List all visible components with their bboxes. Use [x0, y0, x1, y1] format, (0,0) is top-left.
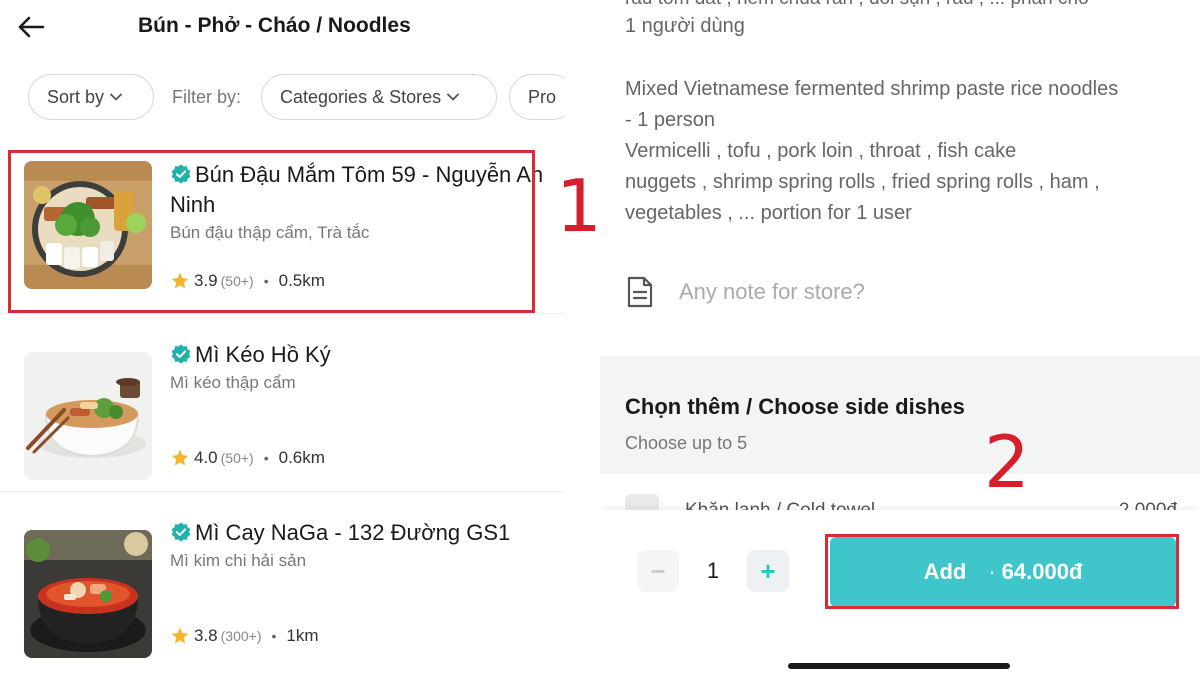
store-rating: 4.0: [194, 448, 218, 467]
sort-by-label: Sort by: [47, 86, 105, 107]
item-description-en: Mixed Vietnamese fermented shrimp paste …: [625, 74, 1185, 229]
chevron-down-icon: [110, 93, 122, 101]
store-distance: 0.5km: [278, 271, 325, 290]
store-thumbnail: [24, 352, 152, 480]
store-item[interactable]: Bún Đậu Mắm Tôm 59 - Nguyễn An Ninh Bún …: [0, 136, 565, 314]
note-for-store-input[interactable]: [679, 279, 1119, 305]
side-dishes-subtitle: Choose up to 5: [625, 433, 748, 453]
side-dishes-section: Chọn thêm / Choose side dishes Choose up…: [600, 356, 1200, 474]
annotation-step-2: 2: [984, 420, 1030, 504]
categories-stores-label: Categories & Stores: [280, 86, 442, 107]
side-dishes-title: Chọn thêm / Choose side dishes: [625, 394, 965, 419]
store-distance: 0.6km: [278, 448, 325, 467]
add-to-cart-bar: − 1 + Add · 64.000đ: [600, 510, 1200, 675]
store-list-screen: Bún - Phở - Cháo / Noodles Sort by Filte…: [0, 0, 565, 675]
annotation-step-1: 1: [556, 164, 602, 248]
meta-separator: •: [263, 273, 269, 289]
store-review-count: (50+): [220, 450, 254, 466]
verified-badge-icon: [171, 344, 191, 364]
store-rating: 3.9: [194, 271, 218, 290]
add-to-cart-button[interactable]: Add · 64.000đ: [830, 537, 1176, 607]
description-line: vegetables , ... portion for 1 user: [625, 202, 912, 224]
home-indicator: [788, 663, 1010, 669]
store-review-count: (300+): [220, 628, 262, 644]
item-description-cut-line: rau tôm đất , nem chua rán , dồi sụn , r…: [625, 0, 1089, 10]
add-separator: ·: [988, 559, 996, 584]
promo-chip[interactable]: Pro: [509, 74, 565, 120]
verified-badge-icon: [171, 522, 191, 542]
store-thumbnail: [24, 530, 152, 658]
promo-label: Pro: [528, 86, 557, 107]
store-name: Mì Cay NaGa - 132 Đường GS1: [170, 518, 545, 548]
store-item[interactable]: Mì Cay NaGa - 132 Đường GS1 Mì kim chi h…: [0, 492, 565, 670]
decrease-quantity-button[interactable]: −: [637, 550, 679, 592]
store-description: Mì kim chi hải sản: [170, 551, 307, 570]
store-thumbnail: [24, 161, 152, 289]
sort-by-chip[interactable]: Sort by: [28, 74, 154, 120]
meta-separator: •: [263, 450, 269, 466]
verified-badge-icon: [171, 164, 191, 184]
store-name: Bún Đậu Mắm Tôm 59 - Nguyễn An Ninh: [170, 162, 544, 217]
star-icon: [171, 272, 189, 289]
star-icon: [171, 449, 189, 466]
add-price: 64.000đ: [1001, 559, 1083, 584]
store-list: Bún Đậu Mắm Tôm 59 - Nguyễn An Ninh Bún …: [0, 136, 565, 670]
add-label: Add: [923, 559, 967, 584]
item-detail-screen: rau tôm đất , nem chua rán , dồi sụn , r…: [600, 0, 1200, 675]
description-line: - 1 person: [625, 109, 716, 131]
store-info: Mì Kéo Hồ Ký Mì kéo thập cẩm: [170, 340, 545, 394]
increase-quantity-button[interactable]: +: [747, 550, 789, 592]
store-info: Bún Đậu Mắm Tôm 59 - Nguyễn An Ninh Bún …: [170, 160, 545, 244]
store-description: Bún đậu thập cẩm, Trà tắc: [170, 223, 370, 242]
store-meta: 3.9 (50+) • 0.5km: [170, 271, 325, 291]
back-arrow-icon: [18, 16, 45, 38]
meta-separator: •: [271, 628, 277, 644]
store-meta: 3.8 (300+) • 1km: [170, 626, 319, 646]
store-description: Mì kéo thập cẩm: [170, 373, 296, 392]
store-meta: 4.0 (50+) • 0.6km: [170, 448, 325, 468]
item-description-vi: 1 người dùng: [625, 15, 745, 37]
quantity-value: 1: [706, 558, 720, 583]
store-distance: 1km: [286, 626, 319, 645]
store-item[interactable]: Mì Kéo Hồ Ký Mì kéo thập cẩm 4.0 (50+) •…: [0, 314, 565, 492]
store-review-count: (50+): [220, 273, 254, 289]
star-icon: [171, 627, 189, 644]
store-info: Mì Cay NaGa - 132 Đường GS1 Mì kim chi h…: [170, 518, 545, 572]
filter-bar: Sort by Filter by: Categories & Stores P…: [28, 74, 565, 120]
description-line: nuggets , shrimp spring rolls , fried sp…: [625, 171, 1100, 193]
store-rating: 3.8: [194, 626, 218, 645]
description-line: Vermicelli , tofu , pork loin , throat ,…: [625, 140, 1017, 162]
back-button[interactable]: [14, 12, 48, 42]
filter-by-label: Filter by:: [172, 86, 242, 107]
note-for-store-row[interactable]: [625, 270, 1175, 314]
categories-stores-chip[interactable]: Categories & Stores: [261, 74, 498, 120]
description-line: Mixed Vietnamese fermented shrimp paste …: [625, 78, 1119, 100]
chevron-down-icon: [447, 93, 459, 101]
page-title: Bún - Phở - Cháo / Noodles: [138, 14, 411, 37]
note-icon: [627, 276, 653, 308]
store-name: Mì Kéo Hồ Ký: [170, 340, 545, 370]
